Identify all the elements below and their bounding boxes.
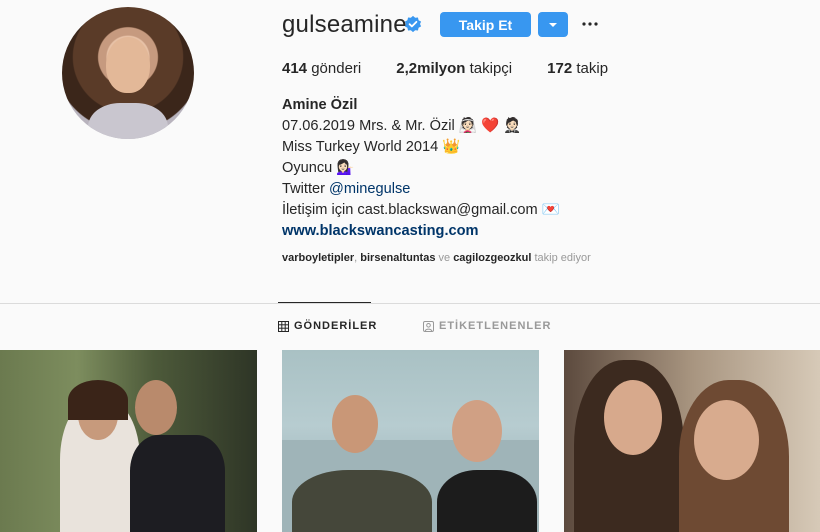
posts-stat: 414 gönderi [282, 60, 361, 77]
post-jersey [292, 470, 432, 532]
avatar-dress [88, 103, 168, 139]
follow-button[interactable]: Takip Et [440, 12, 531, 37]
follower-name[interactable]: birsenaltuntas [360, 252, 435, 264]
twitter-handle-link[interactable]: @minegulse [329, 181, 410, 197]
chevron-down-icon [549, 22, 557, 27]
tagged-person-icon [423, 320, 434, 332]
post-mother-face [694, 400, 759, 480]
verified-badge-icon [404, 15, 422, 33]
post-groom-face [135, 380, 177, 435]
followers-stat[interactable]: 2,2milyon takipçi [396, 60, 512, 77]
followers-count: 2,2milyon [396, 60, 466, 77]
followed-by-separator: ve [435, 252, 454, 264]
post-woman-outfit [437, 470, 537, 532]
tab-tagged[interactable]: ETİKETLENENLER [423, 320, 551, 332]
follower-name[interactable]: varboyletipler [282, 252, 354, 264]
followers-label: takipçi [469, 60, 513, 77]
post-groom-suit [130, 435, 225, 532]
bio-contact-line: İletişim için cast.blackswan@gmail.com 💌 [282, 202, 560, 218]
profile-username: gulseamine [282, 11, 407, 38]
post-thumbnail[interactable] [282, 350, 539, 532]
following-count: 172 [547, 60, 573, 77]
follower-name[interactable]: cagilozgeozkul [453, 252, 531, 264]
following-label: takip [576, 60, 609, 77]
bio-line: Oyuncu 💁🏻‍♀️ [282, 160, 355, 176]
avatar-face [106, 37, 150, 93]
bio-line: 07.06.2019 Mrs. & Mr. Özil 👰🏻 ❤️ 🤵🏻 [282, 118, 522, 134]
follow-options-button[interactable] [538, 12, 568, 37]
tab-tagged-label: ETİKETLENENLER [439, 320, 552, 332]
following-stat[interactable]: 172 takip [547, 60, 608, 77]
grid-icon [278, 320, 289, 332]
profile-full-name: Amine Özil [282, 97, 358, 113]
tabs-divider [0, 303, 820, 304]
bio-twitter-prefix: Twitter [282, 181, 330, 197]
active-tab-indicator [278, 302, 371, 303]
followed-by-suffix: takip ediyor [531, 252, 591, 264]
post-thumbnail[interactable] [0, 350, 257, 532]
post-man-face [332, 395, 378, 453]
profile-bio: Amine Özil 07.06.2019 Mrs. & Mr. Özil 👰🏻… [282, 95, 560, 242]
post-woman-face [452, 400, 502, 462]
website-link[interactable]: www.blackswancasting.com [282, 221, 560, 242]
post-woman-face [604, 380, 662, 455]
bio-twitter-line: Twitter @minegulse [282, 179, 560, 200]
tab-posts[interactable]: GÖNDERİLER [278, 320, 377, 332]
more-horizontal-icon [582, 22, 598, 26]
posts-label: gönderi [311, 60, 362, 77]
post-thumbnail[interactable] [564, 350, 820, 532]
bio-line: Miss Turkey World 2014 👑 [282, 139, 461, 155]
more-options-button[interactable] [580, 14, 600, 34]
followed-by[interactable]: varboyletipler, birsenaltuntas ve cagilo… [282, 252, 591, 264]
profile-avatar[interactable] [62, 7, 194, 139]
profile-stats: 414 gönderi 2,2milyon takipçi 172 takip [282, 60, 643, 77]
tab-posts-label: GÖNDERİLER [294, 320, 378, 332]
post-bride-hair [68, 380, 128, 420]
posts-count: 414 [282, 60, 308, 77]
